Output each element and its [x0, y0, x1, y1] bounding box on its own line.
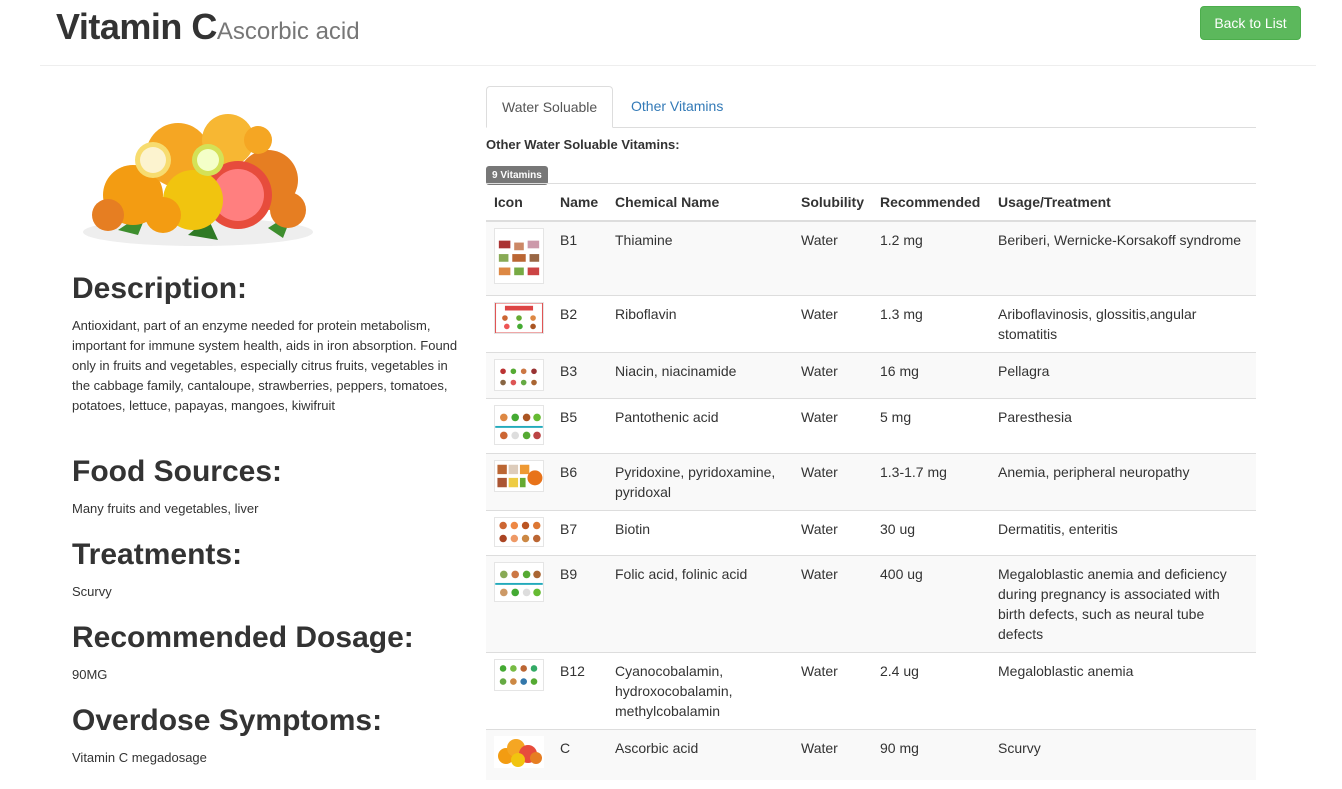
chemical-name-cell: Niacin, niacinamide	[607, 352, 793, 399]
usage-cell: Pellagra	[990, 352, 1256, 399]
table-row: C Ascorbic acid Water 90 mg Scurvy	[486, 729, 1256, 780]
solubility-cell: Water	[793, 652, 872, 730]
recommended-cell: 16 mg	[872, 352, 990, 399]
table-row: B3 Niacin, niacinamide Water 16 mg Pella…	[486, 352, 1256, 399]
table-row: B12 Cyanocobalamin, hydroxocobalamin, me…	[486, 652, 1256, 730]
table-row: B5 Pantothenic acid Water 5 mg Paresthes…	[486, 398, 1256, 454]
page-title: Vitamin CAscorbic acid	[56, 6, 360, 48]
vitamin-tabs: Water Soluable Other Vitamins	[486, 86, 1256, 128]
solubility-cell: Water	[793, 555, 872, 653]
treatments-heading: Treatments:	[72, 538, 243, 571]
vitamin-b12-thumbnail-icon	[494, 659, 544, 691]
vitamin-b9-thumbnail-icon	[494, 562, 544, 602]
solubility-cell: Water	[793, 220, 872, 296]
column-header-icon: Icon	[486, 183, 552, 222]
recommended-cell: 1.3-1.7 mg	[872, 453, 990, 511]
table-header-row: Icon Name Chemical Name Solubility Recom…	[486, 183, 1256, 222]
vitamin-b6-thumbnail-icon	[494, 460, 544, 492]
solubility-cell: Water	[793, 453, 872, 511]
chemical-name-cell: Pyridoxine, pyridoxamine, pyridoxal	[607, 453, 793, 511]
food-sources-heading: Food Sources:	[72, 455, 283, 488]
usage-cell: Dermatitis, enteritis	[990, 510, 1256, 556]
usage-cell: Anemia, peripheral neuropathy	[990, 453, 1256, 511]
table-row: B2 Riboflavin Water 1.3 mg Ariboflavinos…	[486, 295, 1256, 353]
table-row: B6 Pyridoxine, pyridoxamine, pyridoxal W…	[486, 453, 1256, 511]
vitamin-name-cell: B3	[552, 352, 607, 399]
vitamin-c-thumbnail-icon	[494, 736, 544, 768]
vitamin-name-cell: B2	[552, 295, 607, 353]
column-header-name: Name	[552, 183, 607, 222]
vitamin-b7-thumbnail-icon	[494, 517, 544, 547]
header-divider	[40, 65, 1316, 66]
chemical-name-cell: Thiamine	[607, 220, 793, 296]
chemical-name-cell: Riboflavin	[607, 295, 793, 353]
recommended-cell: 1.3 mg	[872, 295, 990, 353]
food-sources-text: Many fruits and vegetables, liver	[72, 501, 259, 516]
description-text: Antioxidant, part of an enzyme needed fo…	[72, 318, 458, 413]
usage-cell: Megaloblastic anemia	[990, 652, 1256, 730]
dosage-heading: Recommended Dosage:	[72, 621, 414, 654]
usage-cell: Ariboflavinosis, glossitis,angular stoma…	[990, 295, 1256, 353]
column-header-recommended: Recommended	[872, 183, 990, 222]
table-subheading: Other Water Soluable Vitamins:	[486, 137, 680, 152]
solubility-cell: Water	[793, 295, 872, 353]
usage-cell: Beriberi, Wernicke-Korsakoff syndrome	[990, 220, 1256, 296]
usage-cell: Scurvy	[990, 729, 1256, 780]
solubility-cell: Water	[793, 352, 872, 399]
solubility-cell: Water	[793, 729, 872, 780]
recommended-cell: 1.2 mg	[872, 220, 990, 296]
recommended-cell: 400 ug	[872, 555, 990, 653]
dosage-text: 90MG	[72, 667, 108, 682]
vitamin-name-cell: B1	[552, 220, 607, 296]
vitamin-name-cell: B7	[552, 510, 607, 556]
solubility-cell: Water	[793, 510, 872, 556]
solubility-cell: Water	[793, 398, 872, 454]
vitamin-name-cell: B5	[552, 398, 607, 454]
chemical-name-cell: Folic acid, folinic acid	[607, 555, 793, 653]
vitamin-c-fruit-image	[83, 114, 313, 246]
chemical-name-cell: Ascorbic acid	[607, 729, 793, 780]
recommended-cell: 5 mg	[872, 398, 990, 454]
page-header: Vitamin CAscorbic acid Back to List	[0, 0, 1342, 66]
usage-cell: Paresthesia	[990, 398, 1256, 454]
vitamin-b2-thumbnail-icon	[494, 302, 544, 334]
vitamin-name-cell: B9	[552, 555, 607, 653]
chemical-name-cell: Biotin	[607, 510, 793, 556]
table-row: B7 Biotin Water 30 ug Dermatitis, enteri…	[486, 510, 1256, 556]
vitamin-name-cell: C	[552, 729, 607, 780]
column-header-chemical-name: Chemical Name	[607, 183, 793, 222]
vitamin-b3-thumbnail-icon	[494, 359, 544, 391]
treatments-text: Scurvy	[72, 584, 112, 599]
overdose-text: Vitamin C megadosage	[72, 750, 207, 765]
tab-other-vitamins[interactable]: Other Vitamins	[616, 86, 738, 128]
recommended-cell: 90 mg	[872, 729, 990, 780]
tab-water-soluable[interactable]: Water Soluable	[486, 86, 614, 128]
back-to-list-button[interactable]: Back to List	[1200, 6, 1301, 40]
recommended-cell: 2.4 ug	[872, 652, 990, 730]
vitamin-b1-thumbnail-icon	[494, 227, 544, 284]
column-header-solubility: Solubility	[793, 183, 872, 222]
vitamin-b5-thumbnail-icon	[494, 405, 544, 445]
vitamin-name-cell: B6	[552, 453, 607, 511]
column-header-usage: Usage/Treatment	[990, 183, 1256, 222]
vitamin-name: Vitamin C	[56, 6, 217, 47]
vitamins-table: Icon Name Chemical Name Solubility Recom…	[486, 183, 1256, 780]
vitamin-name-cell: B12	[552, 652, 607, 730]
chemical-name-cell: Cyanocobalamin, hydroxocobalamin, methyl…	[607, 652, 793, 730]
table-row: B9 Folic acid, folinic acid Water 400 ug…	[486, 555, 1256, 653]
recommended-cell: 30 ug	[872, 510, 990, 556]
vitamin-chemical-name: Ascorbic acid	[216, 18, 360, 45]
table-row: B1 Thiamine Water 1.2 mg Beriberi, Werni…	[486, 220, 1256, 296]
usage-cell: Megaloblastic anemia and deficiency duri…	[990, 555, 1256, 653]
chemical-name-cell: Pantothenic acid	[607, 398, 793, 454]
overdose-heading: Overdose Symptoms:	[72, 704, 383, 737]
description-heading: Description:	[72, 272, 248, 305]
